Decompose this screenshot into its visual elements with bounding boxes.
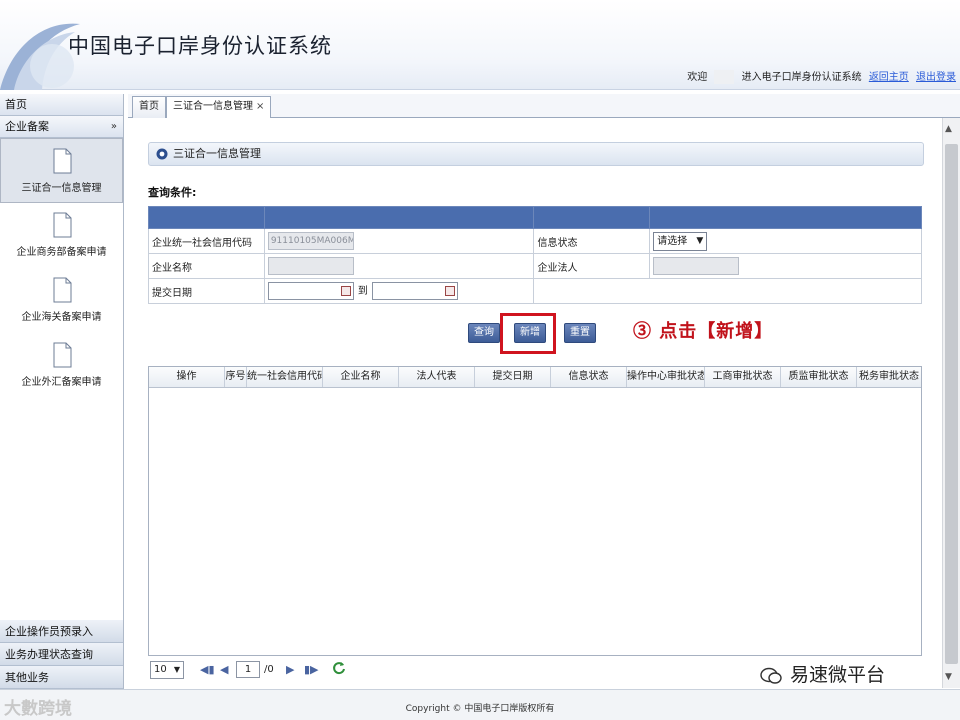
sidebar-item-label: 企业外汇备案申请 [21, 377, 102, 388]
scroll-up-icon[interactable]: ▲ [945, 124, 952, 134]
calendar-icon[interactable] [340, 286, 351, 296]
tab-label: 三证合一信息管理 [173, 101, 253, 112]
info-circle-icon [156, 148, 168, 160]
document-icon [53, 342, 71, 368]
home-link[interactable]: 返回主页 [869, 72, 909, 83]
chat-bubble-icon [760, 667, 782, 684]
enter-system-text: 进入电子口岸身份认证系统 [741, 72, 862, 83]
scroll-thumb[interactable] [945, 144, 958, 664]
welcome-username [714, 70, 735, 84]
tab-home[interactable]: 首页 [132, 96, 166, 118]
sidebar-item-forex[interactable]: 企业外汇备案申请 [0, 333, 123, 398]
status-label: 信息状态 [533, 228, 651, 254]
last-page-icon[interactable]: ▮▶ [304, 663, 319, 676]
chevron-down-icon: ▼ [173, 665, 180, 674]
first-page-icon[interactable]: ◀▮ [200, 663, 215, 676]
sidebar-item-label: 企业海关备案申请 [21, 312, 102, 323]
results-grid: 操作 序号 统一社会信用代码 企业名称 法人代表 提交日期 信息状态 操作中心审… [148, 366, 922, 656]
col-header[interactable]: 税务审批状态 [857, 367, 921, 387]
app-title: 中国电子口岸身份认证系统 [68, 34, 332, 58]
header-links: 欢迎 进入电子口岸身份认证系统 返回主页 退出登录 [683, 68, 956, 84]
annotation-click-add: ③ 点击【新增】 [633, 321, 774, 342]
document-icon [53, 277, 71, 303]
tab-label: 首页 [139, 101, 159, 112]
company-name-label: 企业名称 [148, 253, 265, 279]
legal-person-label: 企业法人 [533, 253, 651, 279]
calendar-icon[interactable] [444, 286, 455, 296]
panel-title-bar: 三证合一信息管理 [148, 142, 924, 166]
document-icon [53, 212, 71, 238]
sidebar-home[interactable]: 首页 [0, 94, 123, 116]
sidebar-item-info-manage[interactable]: 三证合一信息管理 [0, 138, 123, 203]
col-header[interactable]: 统一社会信用代码 [247, 367, 323, 387]
col-header[interactable]: 提交日期 [475, 367, 551, 387]
sidebar-item-label: 企业商务部备案申请 [16, 247, 107, 258]
query-conditions-label: 查询条件: [148, 186, 197, 199]
credit-code-label: 企业统一社会信用代码 [148, 228, 265, 254]
scroll-down-icon[interactable]: ▼ [945, 672, 952, 682]
refresh-icon[interactable] [332, 661, 346, 675]
watermark-right: 易速微平台 [760, 660, 885, 690]
date-from-field[interactable] [267, 282, 354, 300]
grid-header: 操作 序号 统一社会信用代码 企业名称 法人代表 提交日期 信息状态 操作中心审… [149, 367, 921, 388]
vertical-scrollbar[interactable]: ▲ ▼ [942, 118, 960, 688]
sidebar-item-status-query[interactable]: 业务办理状态查询 [0, 643, 123, 666]
date-to-label: 到 [357, 286, 368, 297]
panel-title: 三证合一信息管理 [173, 147, 261, 160]
page-size-select[interactable]: 10 ▼ [150, 661, 184, 679]
page-size-value: 10 [154, 664, 167, 675]
sidebar-section-label: 企业备案 [5, 120, 49, 133]
sidebar-item-label: 三证合一信息管理 [21, 183, 102, 194]
sidebar-item-operator-entry[interactable]: 企业操作员预录入 [0, 620, 123, 643]
col-header[interactable]: 质监审批状态 [781, 367, 857, 387]
app-header: 中国电子口岸身份认证系统 欢迎 进入电子口岸身份认证系统 返回主页 退出登录 [0, 0, 960, 90]
col-header[interactable]: 企业名称 [323, 367, 399, 387]
sidebar-item-customs[interactable]: 企业海关备案申请 [0, 268, 123, 333]
main-content: 三证合一信息管理 查询条件: 企业统一社会信用代码 91110105MA006M… [128, 118, 942, 688]
col-header[interactable]: 法人代表 [399, 367, 475, 387]
chevron-down-icon: ▼ [696, 235, 704, 246]
copyright-text: Copyright © 中国电子口岸版权所有 [405, 704, 555, 714]
company-name-field[interactable] [267, 257, 354, 275]
logout-link[interactable]: 退出登录 [916, 72, 956, 83]
next-page-icon[interactable]: ▶ [286, 663, 294, 676]
col-header[interactable]: 操作中心审批状态 [627, 367, 705, 387]
page-input[interactable]: 1 [236, 661, 260, 678]
status-select-value: 请选择 [657, 235, 688, 247]
welcome-text: 欢迎 [687, 72, 708, 83]
query-button[interactable]: 查询 [468, 323, 500, 343]
col-header[interactable]: 操作 [149, 367, 225, 387]
add-button-highlight [500, 313, 556, 354]
status-select[interactable]: 请选择 ▼ [653, 231, 708, 251]
credit-code-field[interactable]: 91110105MA006MF [267, 232, 354, 250]
legal-person-field[interactable] [653, 257, 740, 275]
col-header[interactable]: 工商审批状态 [705, 367, 781, 387]
collapse-chevron-icon[interactable]: » [111, 116, 117, 138]
page-total: /0 [264, 664, 274, 675]
sidebar-bottom-menu: 企业操作员预录入 业务办理状态查询 其他业务 [0, 620, 123, 689]
reset-button[interactable]: 重置 [564, 323, 596, 343]
sidebar-item-other[interactable]: 其他业务 [0, 666, 123, 689]
document-icon [53, 148, 71, 174]
prev-page-icon[interactable]: ◀ [220, 663, 228, 676]
tab-info-manage[interactable]: 三证合一信息管理 × [166, 96, 272, 118]
date-to-field[interactable] [371, 282, 458, 300]
col-header[interactable]: 信息状态 [551, 367, 627, 387]
sidebar-section-header[interactable]: 企业备案 » [0, 116, 123, 138]
submit-date-label: 提交日期 [148, 278, 265, 304]
close-icon[interactable]: × [256, 101, 264, 112]
watermark-right-text: 易速微平台 [790, 664, 886, 686]
sidebar: 首页 企业备案 » 三证合一信息管理 企业商务部备案申请 企业海关备案申请 企业… [0, 94, 124, 689]
tab-bar: 首页 三证合一信息管理 × [128, 94, 960, 118]
footer: 大數跨境 Copyright © 中国电子口岸版权所有 [0, 689, 960, 720]
sidebar-item-commerce[interactable]: 企业商务部备案申请 [0, 203, 123, 268]
query-form: 企业统一社会信用代码 91110105MA006MF 信息状态 请选择 ▼ 企业名… [148, 206, 922, 304]
col-header[interactable]: 序号 [225, 367, 247, 387]
